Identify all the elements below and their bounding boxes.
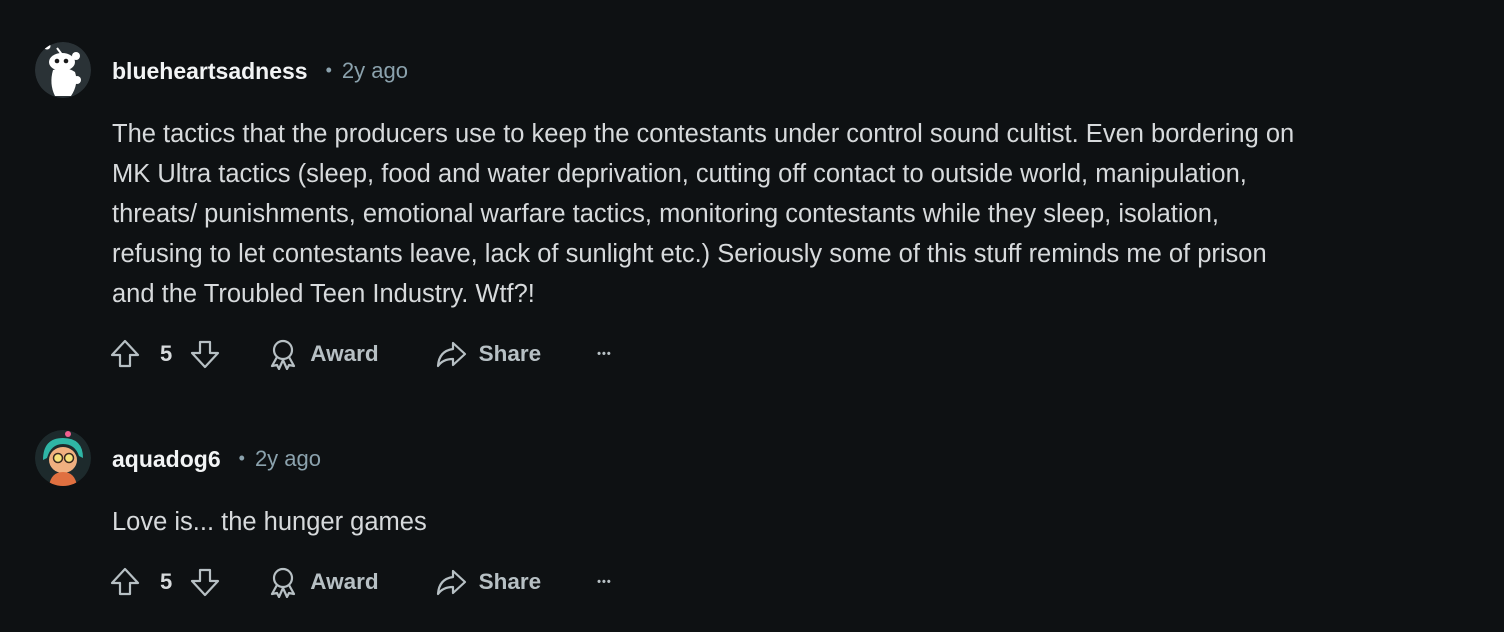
award-label: Award <box>310 341 379 366</box>
share-arrow-icon <box>436 341 466 368</box>
more-options-icon: ••• <box>597 576 612 588</box>
comment-body: Love is... the hunger games <box>112 502 1492 542</box>
comment-body: The tactics that the producers use to ke… <box>112 114 1492 314</box>
downvote-arrow-icon <box>191 340 220 369</box>
more-options-button[interactable]: ••• <box>597 576 612 588</box>
award-button[interactable]: Award <box>268 338 379 370</box>
comment-body-line: threats/ punishments, emotional warfare … <box>112 200 1219 228</box>
comment-meta: blueheartsadness • 2y ago <box>112 56 408 86</box>
comment-meta: aquadog6 • 2y ago <box>112 444 321 474</box>
upvote-arrow-icon <box>110 567 140 596</box>
share-button[interactable]: Share <box>435 339 542 369</box>
comment: blueheartsadness • 2y ago The tactics th… <box>0 0 1504 400</box>
username[interactable]: blueheartsadness <box>112 58 308 85</box>
cartoon-avatar-icon <box>35 430 91 486</box>
username[interactable]: aquadog6 <box>112 446 221 473</box>
award-icon <box>271 339 296 370</box>
comment-actions: 5 Award Share ••• <box>108 560 612 604</box>
downvote-arrow-icon <box>191 568 220 597</box>
user-avatar[interactable] <box>35 42 91 98</box>
share-button[interactable]: Share <box>435 567 542 597</box>
share-arrow-icon <box>436 569 466 596</box>
timestamp[interactable]: 2y ago <box>342 58 408 84</box>
meta-separator: • <box>238 447 245 468</box>
downvote-button[interactable] <box>188 565 222 599</box>
more-options-icon: ••• <box>597 348 612 360</box>
user-avatar[interactable] <box>35 430 91 486</box>
comment: aquadog6 • 2y ago Love is... the hunger … <box>0 400 1504 632</box>
comment-body-line: Love is... the hunger games <box>112 508 427 536</box>
award-label: Award <box>310 569 379 594</box>
comment-actions: 5 Award Share ••• <box>108 332 612 376</box>
snoo-avatar-icon <box>35 42 91 98</box>
comment-body-line: and the Troubled Teen Industry. Wtf?! <box>112 280 535 308</box>
vote-count: 5 <box>160 569 173 594</box>
more-options-button[interactable]: ••• <box>597 348 612 360</box>
upvote-arrow-icon <box>110 339 140 368</box>
downvote-button[interactable] <box>188 337 222 371</box>
timestamp[interactable]: 2y ago <box>255 446 321 472</box>
share-label: Share <box>478 341 542 366</box>
meta-separator: • <box>325 59 332 80</box>
comment-body-line: MK Ultra tactics (sleep, food and water … <box>112 160 1247 188</box>
upvote-button[interactable] <box>108 565 142 599</box>
comment-body-line: refusing to let contestants leave, lack … <box>112 240 1267 268</box>
vote-count: 5 <box>160 341 173 366</box>
comment-body-line: The tactics that the producers use to ke… <box>112 120 1295 148</box>
award-button[interactable]: Award <box>268 566 379 598</box>
award-icon <box>271 567 296 598</box>
upvote-button[interactable] <box>108 337 142 371</box>
share-label: Share <box>478 569 542 594</box>
